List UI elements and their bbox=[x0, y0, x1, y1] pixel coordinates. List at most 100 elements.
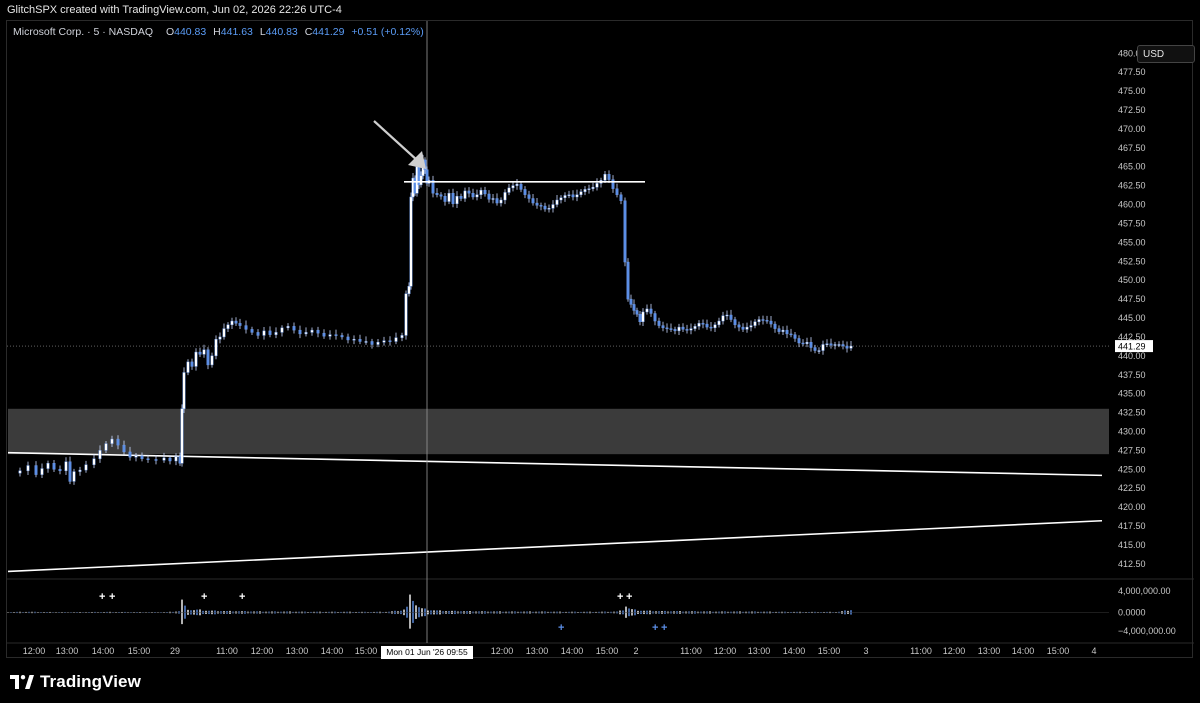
candle-body bbox=[479, 189, 483, 195]
candle-body bbox=[64, 461, 68, 472]
trendline-2 bbox=[7, 519, 1103, 573]
legend-o-label: O bbox=[165, 26, 175, 38]
candle-body bbox=[455, 196, 459, 204]
volume-tick-label: 4,000,000.00 bbox=[1118, 586, 1171, 596]
candle-body bbox=[611, 179, 615, 189]
candle-body bbox=[769, 320, 773, 325]
time-tick-label: 12:00 bbox=[943, 646, 966, 656]
chart-canvas[interactable]: 412.50 415.00 417.50 420.00 422.50 425.00 427.… bbox=[7, 21, 1194, 659]
price-tick-label: 427.50 bbox=[1118, 445, 1146, 455]
candle-body bbox=[310, 329, 314, 333]
candle-body bbox=[539, 205, 543, 207]
candle-body bbox=[841, 344, 845, 347]
time-tick-label: 11:00 bbox=[910, 646, 932, 656]
legend-h-label: H bbox=[213, 26, 221, 38]
candle-body bbox=[555, 199, 559, 205]
time-tick-label: 15:00 bbox=[818, 646, 841, 656]
time-tick-label: 11:00 bbox=[216, 646, 238, 656]
price-tick-label: 447.50 bbox=[1118, 294, 1146, 304]
candle-body bbox=[334, 334, 338, 336]
candle-body bbox=[388, 340, 392, 342]
time-tick-label: 13:00 bbox=[978, 646, 1001, 656]
candle-body bbox=[619, 194, 623, 201]
candle-body bbox=[623, 200, 627, 263]
candle-body bbox=[84, 464, 88, 471]
candle-body bbox=[845, 345, 849, 349]
candle-body bbox=[745, 326, 749, 330]
candle-body bbox=[547, 208, 551, 210]
price-tick-label: 450.00 bbox=[1118, 275, 1146, 285]
candle-body bbox=[507, 187, 511, 193]
plus-marker-top: + bbox=[201, 591, 207, 603]
candle-body bbox=[685, 329, 689, 331]
time-tick-label: 14:00 bbox=[92, 646, 115, 656]
candle-body bbox=[370, 341, 374, 345]
candle-body bbox=[407, 286, 411, 295]
candle-body bbox=[487, 193, 491, 200]
time-tick-label: 14:00 bbox=[783, 646, 806, 656]
candle-body bbox=[182, 372, 186, 409]
time-tick-label: 14:00 bbox=[1012, 646, 1035, 656]
candle-body bbox=[579, 191, 583, 195]
candle-body bbox=[186, 361, 190, 373]
supply-zone bbox=[8, 408, 1109, 455]
candle-body bbox=[190, 361, 194, 367]
candle-body bbox=[733, 319, 737, 326]
chart-frame[interactable]: 412.50 415.00 417.50 420.00 422.50 425.00 427.… bbox=[6, 20, 1195, 659]
candle-body bbox=[781, 329, 785, 332]
candle-body bbox=[18, 470, 22, 474]
candle-body bbox=[483, 189, 487, 195]
candle-body bbox=[761, 319, 765, 321]
price-tick-label: 452.50 bbox=[1118, 256, 1146, 266]
price-tick-label: 425.00 bbox=[1118, 464, 1146, 474]
candle-body bbox=[230, 320, 234, 326]
plus-marker-top: + bbox=[99, 591, 105, 603]
time-tick-label: 13:00 bbox=[526, 646, 549, 656]
price-tick-label: 477.50 bbox=[1118, 67, 1146, 77]
candle-body bbox=[459, 196, 463, 199]
candle-body bbox=[280, 327, 284, 333]
candle-body bbox=[146, 458, 150, 460]
tradingview-brand[interactable]: TradingView bbox=[10, 671, 141, 693]
time-tick-label: 4 bbox=[1091, 646, 1096, 656]
candle-body bbox=[571, 194, 575, 198]
candle-body bbox=[194, 351, 198, 367]
candle-body bbox=[587, 188, 591, 190]
ohlc-legend: Microsoft Corp. · 5 · NASDAQ O440.83 H44… bbox=[13, 26, 424, 38]
candle-body bbox=[376, 342, 380, 345]
plus-marker-bottom: + bbox=[661, 622, 667, 634]
candle-body bbox=[340, 335, 344, 338]
candle-body bbox=[382, 340, 386, 343]
candle-body bbox=[523, 189, 527, 195]
candle-body bbox=[467, 190, 471, 194]
price-tick-label: 420.00 bbox=[1118, 502, 1146, 512]
candle-body bbox=[575, 194, 579, 198]
time-tick-label: 15:00 bbox=[1047, 646, 1070, 656]
price-tick-label: 412.50 bbox=[1118, 559, 1146, 569]
currency-button[interactable]: USD bbox=[1137, 45, 1195, 63]
candle-body bbox=[394, 337, 398, 342]
candle-body bbox=[567, 194, 571, 196]
candle-body bbox=[661, 325, 665, 329]
attribution-header: GlitchSPX created with TradingView.com, … bbox=[7, 4, 342, 16]
time-tick-label: 14:00 bbox=[561, 646, 584, 656]
candle-body bbox=[322, 332, 326, 337]
candle-body bbox=[829, 343, 833, 346]
candle-body bbox=[559, 197, 563, 201]
candle-body bbox=[274, 332, 278, 335]
candle-body bbox=[729, 314, 733, 320]
candle-body bbox=[737, 324, 741, 328]
time-tick-label: 29 bbox=[170, 646, 180, 656]
candle-body bbox=[40, 468, 44, 475]
price-tick-label: 445.00 bbox=[1118, 313, 1146, 323]
candle-body bbox=[328, 334, 332, 337]
volume-tick-label: 0.0000 bbox=[1118, 608, 1146, 618]
candle-body bbox=[419, 175, 423, 186]
candle-body bbox=[626, 261, 630, 300]
candle-body bbox=[122, 444, 126, 453]
candle-body bbox=[68, 461, 72, 482]
candle-body bbox=[168, 457, 172, 462]
candle-body bbox=[805, 342, 809, 344]
candle-body bbox=[471, 193, 475, 198]
time-tick-label: 3 bbox=[863, 646, 868, 656]
